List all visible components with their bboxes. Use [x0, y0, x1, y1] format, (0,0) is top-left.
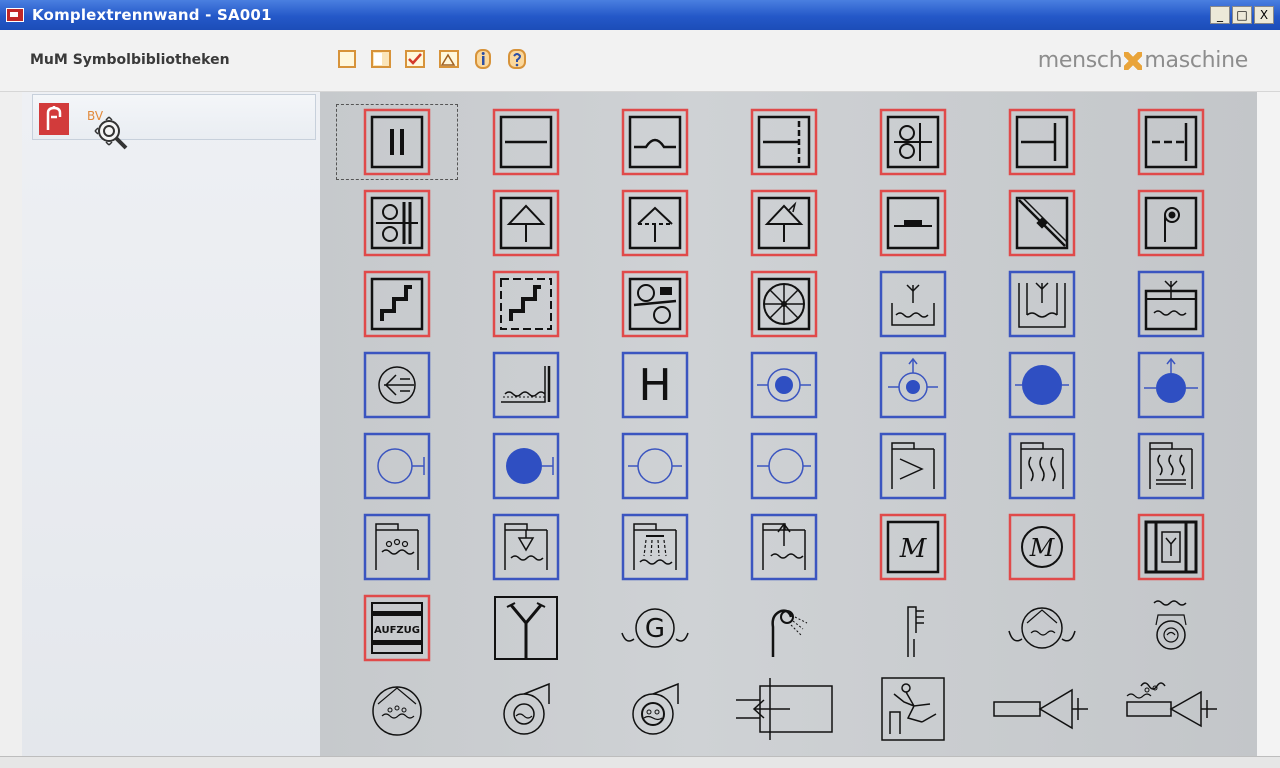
symbol-water-tank[interactable]	[852, 266, 974, 342]
symbol-diagonal-damper[interactable]	[981, 185, 1103, 261]
symbol-flat-bar[interactable]	[852, 185, 974, 261]
symbol-circle-outline[interactable]	[594, 428, 716, 504]
h-label: H	[638, 360, 671, 411]
symbol-person-fall[interactable]	[852, 671, 974, 747]
symbol-t-junction[interactable]	[723, 104, 845, 180]
symbol-water-tank-boxed[interactable]	[1110, 266, 1232, 342]
symbol-t-junction-right[interactable]	[981, 104, 1103, 180]
symbol-blue-dot-small[interactable]	[723, 347, 845, 423]
symbol-blue-dot-large[interactable]	[981, 347, 1103, 423]
symbol-pump-circle[interactable]	[336, 671, 458, 747]
brand-logo: mensch maschine	[1037, 48, 1249, 73]
symbol-arrow-circle[interactable]	[336, 347, 458, 423]
symbol-shower-funnel[interactable]	[465, 509, 587, 585]
symbol-duct-inlet[interactable]	[723, 671, 845, 747]
image-icon[interactable]	[436, 46, 462, 72]
symbol-blue-circle-filled[interactable]	[465, 428, 587, 504]
sidebar-item-bv[interactable]: BV	[32, 94, 316, 150]
symbol-damper-double-bar[interactable]	[336, 104, 458, 180]
symbol-fan-circles[interactable]	[594, 266, 716, 342]
symbol-blue-dot-arrow-large[interactable]	[1110, 347, 1232, 423]
symbol-pressure-gauge[interactable]	[1110, 185, 1232, 261]
tool-buttons	[334, 46, 530, 72]
symbol-pump-wave[interactable]	[981, 590, 1103, 666]
symbol-cone-duct[interactable]	[981, 671, 1103, 747]
symbol-curve-line[interactable]	[594, 104, 716, 180]
symbol-circle-outline-left[interactable]	[723, 428, 845, 504]
new-icon[interactable]	[334, 46, 360, 72]
symbol-cone-wave[interactable]	[1110, 671, 1232, 747]
info-icon[interactable]	[470, 46, 496, 72]
window-controls: _ □ X	[1210, 6, 1274, 24]
symbol-shower-head[interactable]	[723, 590, 845, 666]
elevator-label: AUFZUG	[374, 625, 420, 636]
symbol-elevator[interactable]: AUFZUG	[336, 590, 458, 666]
symbol-roof-vent-open[interactable]	[594, 185, 716, 261]
help-icon[interactable]	[504, 46, 530, 72]
symbol-tank-double[interactable]	[1110, 509, 1232, 585]
logo-x-icon	[1124, 51, 1143, 70]
zoom-cursor-icon	[93, 115, 133, 159]
logo-text-left: mensch	[1037, 48, 1123, 73]
generator-label: G	[645, 614, 665, 644]
symbol-h-letter[interactable]: H	[594, 347, 716, 423]
title-bar: Komplextrennwand - SA001 _ □ X	[0, 0, 1280, 30]
symbol-roof-vent[interactable]	[465, 185, 587, 261]
symbol-shower-rain[interactable]	[594, 509, 716, 585]
symbol-faucet[interactable]	[852, 590, 974, 666]
symbol-blower-fan[interactable]	[465, 671, 587, 747]
toolbar: MuM Symbolbibliotheken mensch maschine	[0, 30, 1280, 92]
symbol-generator[interactable]: G	[594, 590, 716, 666]
symbol-water-tank-tall[interactable]	[981, 266, 1103, 342]
symbol-motor-circle[interactable]: M	[981, 509, 1103, 585]
open-icon[interactable]	[368, 46, 394, 72]
symbol-shower-tank[interactable]	[336, 509, 458, 585]
symbol-dashed-t-junction[interactable]	[1110, 104, 1232, 180]
status-bar	[0, 756, 1280, 768]
symbol-grid: H M M AUFZUG G	[320, 92, 1257, 756]
left-margin	[0, 92, 22, 756]
symbol-heater-waves-lines[interactable]	[1110, 428, 1232, 504]
symbol-blue-dot-arrow[interactable]	[852, 347, 974, 423]
symbol-shower-arrow[interactable]	[723, 509, 845, 585]
symbol-double-valve[interactable]	[336, 185, 458, 261]
fire-extinguisher-icon	[39, 103, 69, 135]
m-label: M	[899, 534, 928, 564]
symbol-double-circle-valve[interactable]	[852, 104, 974, 180]
logo-text-right: maschine	[1144, 48, 1248, 73]
close-button[interactable]: X	[1254, 6, 1274, 24]
window-title: Komplextrennwand - SA001	[32, 6, 272, 24]
symbol-water-level[interactable]	[465, 347, 587, 423]
symbol-motor-box[interactable]: M	[852, 509, 974, 585]
library-title: MuM Symbolbibliotheken	[30, 52, 230, 68]
symbol-pump-spring[interactable]	[1110, 590, 1232, 666]
app-icon	[6, 8, 24, 22]
symbol-stair[interactable]	[336, 266, 458, 342]
symbol-roof-vent-arrow[interactable]	[723, 185, 845, 261]
symbol-stair-dashed[interactable]	[465, 266, 587, 342]
check-icon[interactable]	[402, 46, 428, 72]
sidebar: BV	[22, 92, 320, 756]
symbol-heater-waves[interactable]	[981, 428, 1103, 504]
symbol-spoke-wheel[interactable]	[723, 266, 845, 342]
m-label-circle: M	[1029, 534, 1056, 562]
minimize-button[interactable]: _	[1210, 6, 1230, 24]
symbol-y-branch[interactable]	[465, 590, 587, 666]
symbol-circle-outline-right[interactable]	[336, 428, 458, 504]
maximize-button[interactable]: □	[1232, 6, 1252, 24]
symbol-duct-line[interactable]	[465, 104, 587, 180]
symbol-blower-fan-2[interactable]	[594, 671, 716, 747]
symbol-heater-s[interactable]	[852, 428, 974, 504]
